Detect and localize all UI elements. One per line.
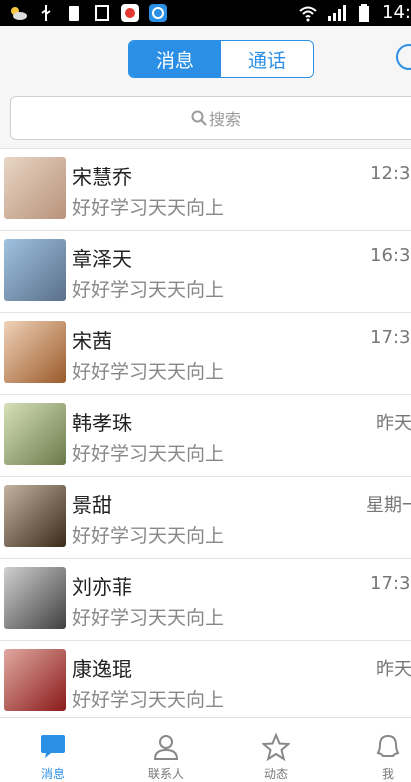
nav-contacts[interactable]: 联系人 — [116, 718, 216, 782]
message-preview: 好好学习天天向上 — [72, 443, 225, 465]
message-preview: 好好学习天天向上 — [72, 361, 225, 383]
conversation-list: 宋慧乔 好好学习天天向上 12:30 章泽天 好好学习天天向上 16:30 宋茜… — [0, 149, 411, 723]
status-bar: 14: — [0, 0, 411, 26]
message-preview: 好好学习天天向上 — [72, 607, 225, 629]
nav-label: 联系人 — [147, 767, 184, 781]
sim-card-icon — [92, 3, 112, 23]
avatar — [4, 403, 66, 465]
contact-name: 韩孝珠 — [72, 411, 132, 435]
message-preview: 好好学习天天向上 — [72, 279, 225, 301]
app-icon — [120, 3, 140, 23]
nav-me[interactable]: 我 — [338, 718, 411, 782]
contact-name: 景甜 — [72, 493, 112, 517]
tab-switcher: 消息 通话 — [128, 40, 314, 78]
weather-icon — [8, 3, 28, 23]
list-item[interactable]: 章泽天 好好学习天天向上 16:30 — [0, 231, 411, 313]
message-icon — [38, 732, 68, 761]
nav-messages[interactable]: 消息 — [3, 718, 103, 782]
star-icon — [261, 732, 291, 761]
avatar — [4, 485, 66, 547]
message-time: 昨天 — [376, 659, 411, 680]
avatar — [4, 649, 66, 711]
tab-messages[interactable]: 消息 — [129, 41, 221, 77]
wifi-icon — [298, 3, 318, 23]
profile-icon — [373, 732, 403, 761]
avatar — [4, 157, 66, 219]
contact-name: 康逸琨 — [72, 657, 132, 681]
qq-icon — [148, 3, 168, 23]
battery-storage-icon — [64, 3, 84, 23]
message-time: 星期一 — [366, 495, 411, 516]
message-time: 16:30 — [370, 245, 411, 266]
nav-label: 消息 — [40, 767, 65, 781]
contact-name: 宋慧乔 — [72, 165, 132, 189]
avatar — [4, 239, 66, 301]
battery-icon — [354, 3, 374, 23]
message-time: 17:30 — [370, 573, 411, 594]
status-time: 14: — [382, 2, 411, 23]
avatar — [4, 567, 66, 629]
list-item[interactable]: 宋慧乔 好好学习天天向上 12:30 — [0, 149, 411, 231]
message-preview: 好好学习天天向上 — [72, 689, 225, 711]
contacts-icon — [151, 732, 181, 761]
list-item[interactable]: 韩孝珠 好好学习天天向上 昨天 — [0, 395, 411, 477]
contact-name: 章泽天 — [72, 247, 132, 271]
message-time: 12:30 — [370, 163, 411, 184]
bottom-nav: 消息 联系人 动态 我 — [0, 717, 411, 782]
nav-feed[interactable]: 动态 — [226, 718, 326, 782]
message-time: 17:30 — [370, 327, 411, 348]
search-icon — [191, 110, 207, 126]
avatar — [4, 321, 66, 383]
list-item[interactable]: 景甜 好好学习天天向上 星期一 — [0, 477, 411, 559]
header-action-icon[interactable] — [396, 44, 411, 70]
nav-label: 动态 — [263, 767, 288, 781]
search-placeholder: 搜索 — [208, 110, 241, 129]
message-preview: 好好学习天天向上 — [72, 197, 225, 219]
contact-name: 宋茜 — [72, 329, 112, 353]
list-item[interactable]: 宋茜 好好学习天天向上 17:30 — [0, 313, 411, 395]
contact-name: 刘亦菲 — [72, 575, 132, 599]
search-bar: 搜索 — [0, 88, 411, 149]
search-input[interactable]: 搜索 — [10, 96, 411, 140]
tab-calls[interactable]: 通话 — [221, 41, 313, 77]
message-time: 昨天 — [376, 413, 411, 434]
list-item[interactable]: 康逸琨 好好学习天天向上 昨天 — [0, 641, 411, 723]
message-preview: 好好学习天天向上 — [72, 525, 225, 547]
nav-label: 我 — [381, 767, 394, 781]
header: 消息 通话 — [0, 26, 411, 88]
list-item[interactable]: 刘亦菲 好好学习天天向上 17:30 — [0, 559, 411, 641]
usb-icon — [36, 3, 56, 23]
signal-icon — [326, 3, 347, 23]
